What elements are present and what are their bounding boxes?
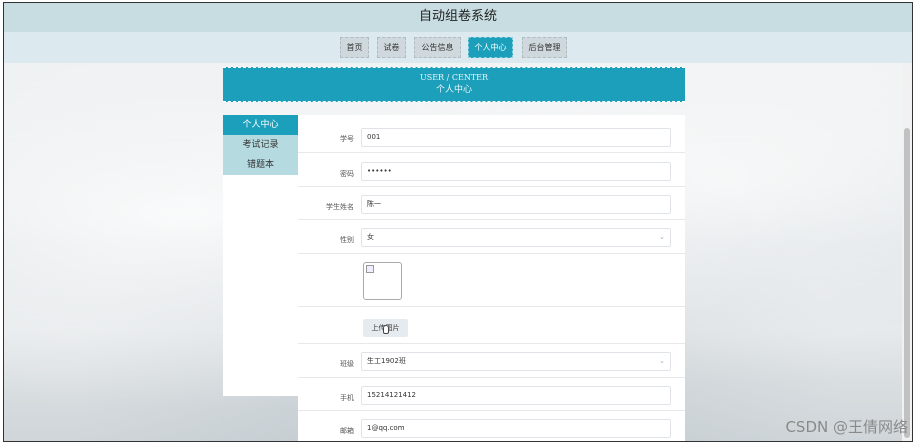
gender-select[interactable]: 女 ⌄ [361,228,671,247]
app-title: 自动组卷系统 [4,3,912,32]
nav-admin[interactable]: 后台管理 [522,37,567,58]
browser-viewport: 自动组卷系统 首页 试卷 公告信息 个人中心 后台管理 USER / CENTE… [3,2,913,442]
scrollbar-thumb[interactable] [904,128,910,438]
cursor-icon [383,325,389,334]
watermark: CSDN @王倩网络 [785,418,908,436]
profile-form: 学号 001 密码 •••••• 学生姓名 陈一 性别 女 ⌄ 上传图片 班 [298,115,685,441]
upload-image-button[interactable]: 上传图片 [363,319,408,337]
nav-announcements[interactable]: 公告信息 [414,37,461,58]
banner-english-title: USER / CENTER [419,73,489,82]
class-label: 班级 [340,360,354,368]
student-id-input[interactable]: 001 [361,128,671,147]
sidebar-item-wrong-questions[interactable]: 错题本 [223,155,298,175]
form-row-class: 班级 生工1902班 ⌄ [298,344,685,378]
form-row-password: 密码 •••••• [298,153,685,187]
email-input[interactable]: 1@qq.com [361,419,671,438]
nav-home[interactable]: 首页 [340,37,369,58]
avatar-image [363,262,402,300]
class-select[interactable]: 生工1902班 ⌄ [361,352,671,371]
sidebar-item-personal-center[interactable]: 个人中心 [223,115,298,135]
gender-value: 女 [367,233,374,241]
banner-chinese-title: 个人中心 [435,85,472,95]
nav-exam-paper[interactable]: 试卷 [377,37,406,58]
form-row-avatar [298,254,685,307]
form-row-name: 学生姓名 陈一 [298,187,685,220]
name-input[interactable]: 陈一 [361,195,671,214]
chevron-down-icon: ⌄ [659,233,665,241]
page-banner: USER / CENTER 个人中心 [223,67,685,102]
password-input[interactable]: •••••• [361,162,671,181]
form-row-student-id: 学号 001 [298,115,685,153]
password-label: 密码 [340,170,354,178]
phone-input[interactable]: 15214121412 [361,386,671,405]
form-row-email: 邮箱 1@qq.com [298,411,685,441]
form-row-gender: 性别 女 ⌄ [298,220,685,254]
phone-label: 手机 [340,394,354,402]
sidebar-item-exam-records[interactable]: 考试记录 [223,135,298,155]
form-row-upload [298,307,685,344]
vertical-scrollbar[interactable] [902,63,912,441]
form-row-phone: 手机 15214121412 [298,378,685,411]
gender-label: 性别 [340,236,354,244]
nav-personal-center[interactable]: 个人中心 [468,37,513,58]
broken-image-icon [366,265,374,273]
sidebar: 个人中心 考试记录 错题本 [223,115,298,396]
name-label: 学生姓名 [326,203,354,211]
email-label: 邮箱 [340,427,354,435]
top-nav: 首页 试卷 公告信息 个人中心 后台管理 [4,32,912,63]
student-id-label: 学号 [340,135,354,143]
chevron-down-icon: ⌄ [659,357,665,365]
class-value: 生工1902班 [367,357,406,365]
